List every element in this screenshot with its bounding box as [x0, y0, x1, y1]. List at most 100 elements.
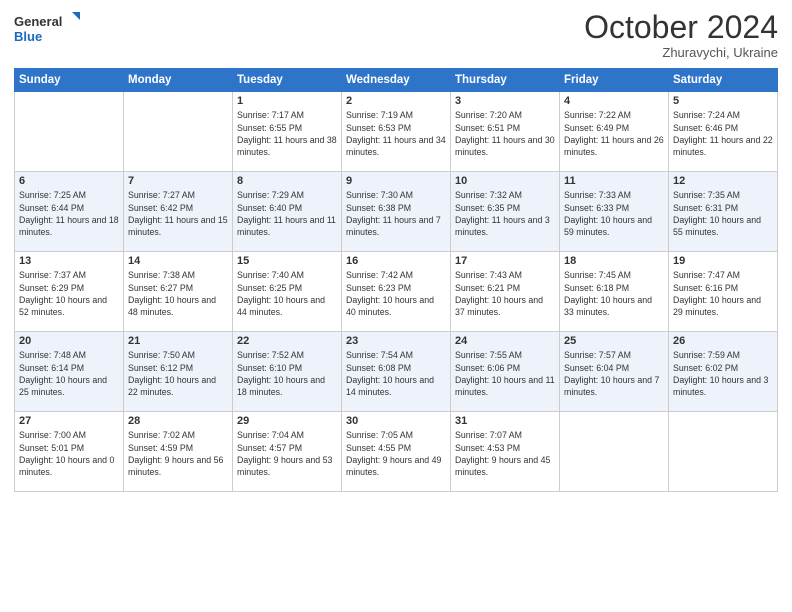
- col-saturday: Saturday: [669, 69, 778, 92]
- day-info: Sunrise: 7:27 AMSunset: 6:42 PMDaylight:…: [128, 190, 228, 237]
- table-row: 8 Sunrise: 7:29 AMSunset: 6:40 PMDayligh…: [233, 172, 342, 252]
- calendar-week-row-3: 20 Sunrise: 7:48 AMSunset: 6:14 PMDaylig…: [15, 332, 778, 412]
- calendar-week-row-2: 13 Sunrise: 7:37 AMSunset: 6:29 PMDaylig…: [15, 252, 778, 332]
- table-row: 19 Sunrise: 7:47 AMSunset: 6:16 PMDaylig…: [669, 252, 778, 332]
- day-info: Sunrise: 7:22 AMSunset: 6:49 PMDaylight:…: [564, 110, 664, 157]
- logo-svg: General Blue: [14, 10, 84, 46]
- day-number: 20: [19, 335, 119, 347]
- table-row: 3 Sunrise: 7:20 AMSunset: 6:51 PMDayligh…: [451, 92, 560, 172]
- day-info: Sunrise: 7:29 AMSunset: 6:40 PMDaylight:…: [237, 190, 336, 237]
- page: General Blue October 2024 Zhuravychi, Uk…: [0, 0, 792, 612]
- table-row: 18 Sunrise: 7:45 AMSunset: 6:18 PMDaylig…: [560, 252, 669, 332]
- table-row: 16 Sunrise: 7:42 AMSunset: 6:23 PMDaylig…: [342, 252, 451, 332]
- day-number: 26: [673, 335, 773, 347]
- day-number: 28: [128, 415, 228, 427]
- table-row: 2 Sunrise: 7:19 AMSunset: 6:53 PMDayligh…: [342, 92, 451, 172]
- day-info: Sunrise: 7:02 AMSunset: 4:59 PMDaylight:…: [128, 430, 223, 477]
- table-row: [15, 92, 124, 172]
- day-info: Sunrise: 7:07 AMSunset: 4:53 PMDaylight:…: [455, 430, 550, 477]
- day-info: Sunrise: 7:20 AMSunset: 6:51 PMDaylight:…: [455, 110, 555, 157]
- day-info: Sunrise: 7:32 AMSunset: 6:35 PMDaylight:…: [455, 190, 550, 237]
- day-info: Sunrise: 7:38 AMSunset: 6:27 PMDaylight:…: [128, 270, 216, 317]
- day-info: Sunrise: 7:54 AMSunset: 6:08 PMDaylight:…: [346, 350, 434, 397]
- table-row: 17 Sunrise: 7:43 AMSunset: 6:21 PMDaylig…: [451, 252, 560, 332]
- day-info: Sunrise: 7:17 AMSunset: 6:55 PMDaylight:…: [237, 110, 337, 157]
- month-title: October 2024: [584, 10, 778, 45]
- table-row: 28 Sunrise: 7:02 AMSunset: 4:59 PMDaylig…: [124, 412, 233, 492]
- day-number: 11: [564, 175, 664, 187]
- table-row: [560, 412, 669, 492]
- day-number: 25: [564, 335, 664, 347]
- table-row: 20 Sunrise: 7:48 AMSunset: 6:14 PMDaylig…: [15, 332, 124, 412]
- day-info: Sunrise: 7:40 AMSunset: 6:25 PMDaylight:…: [237, 270, 325, 317]
- day-number: 29: [237, 415, 337, 427]
- day-info: Sunrise: 7:00 AMSunset: 5:01 PMDaylight:…: [19, 430, 114, 477]
- day-number: 10: [455, 175, 555, 187]
- table-row: [124, 92, 233, 172]
- calendar-week-row-4: 27 Sunrise: 7:00 AMSunset: 5:01 PMDaylig…: [15, 412, 778, 492]
- table-row: 13 Sunrise: 7:37 AMSunset: 6:29 PMDaylig…: [15, 252, 124, 332]
- day-info: Sunrise: 7:55 AMSunset: 6:06 PMDaylight:…: [455, 350, 555, 397]
- day-number: 23: [346, 335, 446, 347]
- table-row: 6 Sunrise: 7:25 AMSunset: 6:44 PMDayligh…: [15, 172, 124, 252]
- table-row: 25 Sunrise: 7:57 AMSunset: 6:04 PMDaylig…: [560, 332, 669, 412]
- table-row: 12 Sunrise: 7:35 AMSunset: 6:31 PMDaylig…: [669, 172, 778, 252]
- day-info: Sunrise: 7:43 AMSunset: 6:21 PMDaylight:…: [455, 270, 543, 317]
- calendar-week-row-0: 1 Sunrise: 7:17 AMSunset: 6:55 PMDayligh…: [15, 92, 778, 172]
- table-row: 31 Sunrise: 7:07 AMSunset: 4:53 PMDaylig…: [451, 412, 560, 492]
- day-number: 21: [128, 335, 228, 347]
- table-row: 15 Sunrise: 7:40 AMSunset: 6:25 PMDaylig…: [233, 252, 342, 332]
- day-number: 12: [673, 175, 773, 187]
- col-thursday: Thursday: [451, 69, 560, 92]
- day-number: 22: [237, 335, 337, 347]
- table-row: 30 Sunrise: 7:05 AMSunset: 4:55 PMDaylig…: [342, 412, 451, 492]
- table-row: 23 Sunrise: 7:54 AMSunset: 6:08 PMDaylig…: [342, 332, 451, 412]
- table-row: 24 Sunrise: 7:55 AMSunset: 6:06 PMDaylig…: [451, 332, 560, 412]
- location-subtitle: Zhuravychi, Ukraine: [584, 45, 778, 60]
- day-number: 17: [455, 255, 555, 267]
- day-number: 27: [19, 415, 119, 427]
- col-wednesday: Wednesday: [342, 69, 451, 92]
- day-number: 9: [346, 175, 446, 187]
- day-info: Sunrise: 7:19 AMSunset: 6:53 PMDaylight:…: [346, 110, 446, 157]
- day-info: Sunrise: 7:57 AMSunset: 6:04 PMDaylight:…: [564, 350, 659, 397]
- day-info: Sunrise: 7:42 AMSunset: 6:23 PMDaylight:…: [346, 270, 434, 317]
- calendar-header-row: Sunday Monday Tuesday Wednesday Thursday…: [15, 69, 778, 92]
- svg-text:Blue: Blue: [14, 29, 42, 44]
- table-row: 5 Sunrise: 7:24 AMSunset: 6:46 PMDayligh…: [669, 92, 778, 172]
- day-info: Sunrise: 7:59 AMSunset: 6:02 PMDaylight:…: [673, 350, 768, 397]
- logo: General Blue: [14, 10, 84, 46]
- day-info: Sunrise: 7:48 AMSunset: 6:14 PMDaylight:…: [19, 350, 107, 397]
- table-row: 22 Sunrise: 7:52 AMSunset: 6:10 PMDaylig…: [233, 332, 342, 412]
- calendar-week-row-1: 6 Sunrise: 7:25 AMSunset: 6:44 PMDayligh…: [15, 172, 778, 252]
- table-row: 14 Sunrise: 7:38 AMSunset: 6:27 PMDaylig…: [124, 252, 233, 332]
- day-number: 30: [346, 415, 446, 427]
- day-info: Sunrise: 7:24 AMSunset: 6:46 PMDaylight:…: [673, 110, 773, 157]
- title-block: October 2024 Zhuravychi, Ukraine: [584, 10, 778, 60]
- day-number: 18: [564, 255, 664, 267]
- day-number: 8: [237, 175, 337, 187]
- day-info: Sunrise: 7:33 AMSunset: 6:33 PMDaylight:…: [564, 190, 652, 237]
- day-number: 4: [564, 95, 664, 107]
- day-number: 7: [128, 175, 228, 187]
- header: General Blue October 2024 Zhuravychi, Uk…: [14, 10, 778, 60]
- day-number: 3: [455, 95, 555, 107]
- table-row: 4 Sunrise: 7:22 AMSunset: 6:49 PMDayligh…: [560, 92, 669, 172]
- table-row: 26 Sunrise: 7:59 AMSunset: 6:02 PMDaylig…: [669, 332, 778, 412]
- day-number: 19: [673, 255, 773, 267]
- table-row: 9 Sunrise: 7:30 AMSunset: 6:38 PMDayligh…: [342, 172, 451, 252]
- table-row: [669, 412, 778, 492]
- day-info: Sunrise: 7:25 AMSunset: 6:44 PMDaylight:…: [19, 190, 119, 237]
- day-number: 2: [346, 95, 446, 107]
- day-number: 5: [673, 95, 773, 107]
- day-info: Sunrise: 7:37 AMSunset: 6:29 PMDaylight:…: [19, 270, 107, 317]
- table-row: 29 Sunrise: 7:04 AMSunset: 4:57 PMDaylig…: [233, 412, 342, 492]
- day-number: 14: [128, 255, 228, 267]
- day-info: Sunrise: 7:30 AMSunset: 6:38 PMDaylight:…: [346, 190, 441, 237]
- day-number: 6: [19, 175, 119, 187]
- col-monday: Monday: [124, 69, 233, 92]
- day-number: 16: [346, 255, 446, 267]
- col-sunday: Sunday: [15, 69, 124, 92]
- col-tuesday: Tuesday: [233, 69, 342, 92]
- day-info: Sunrise: 7:45 AMSunset: 6:18 PMDaylight:…: [564, 270, 652, 317]
